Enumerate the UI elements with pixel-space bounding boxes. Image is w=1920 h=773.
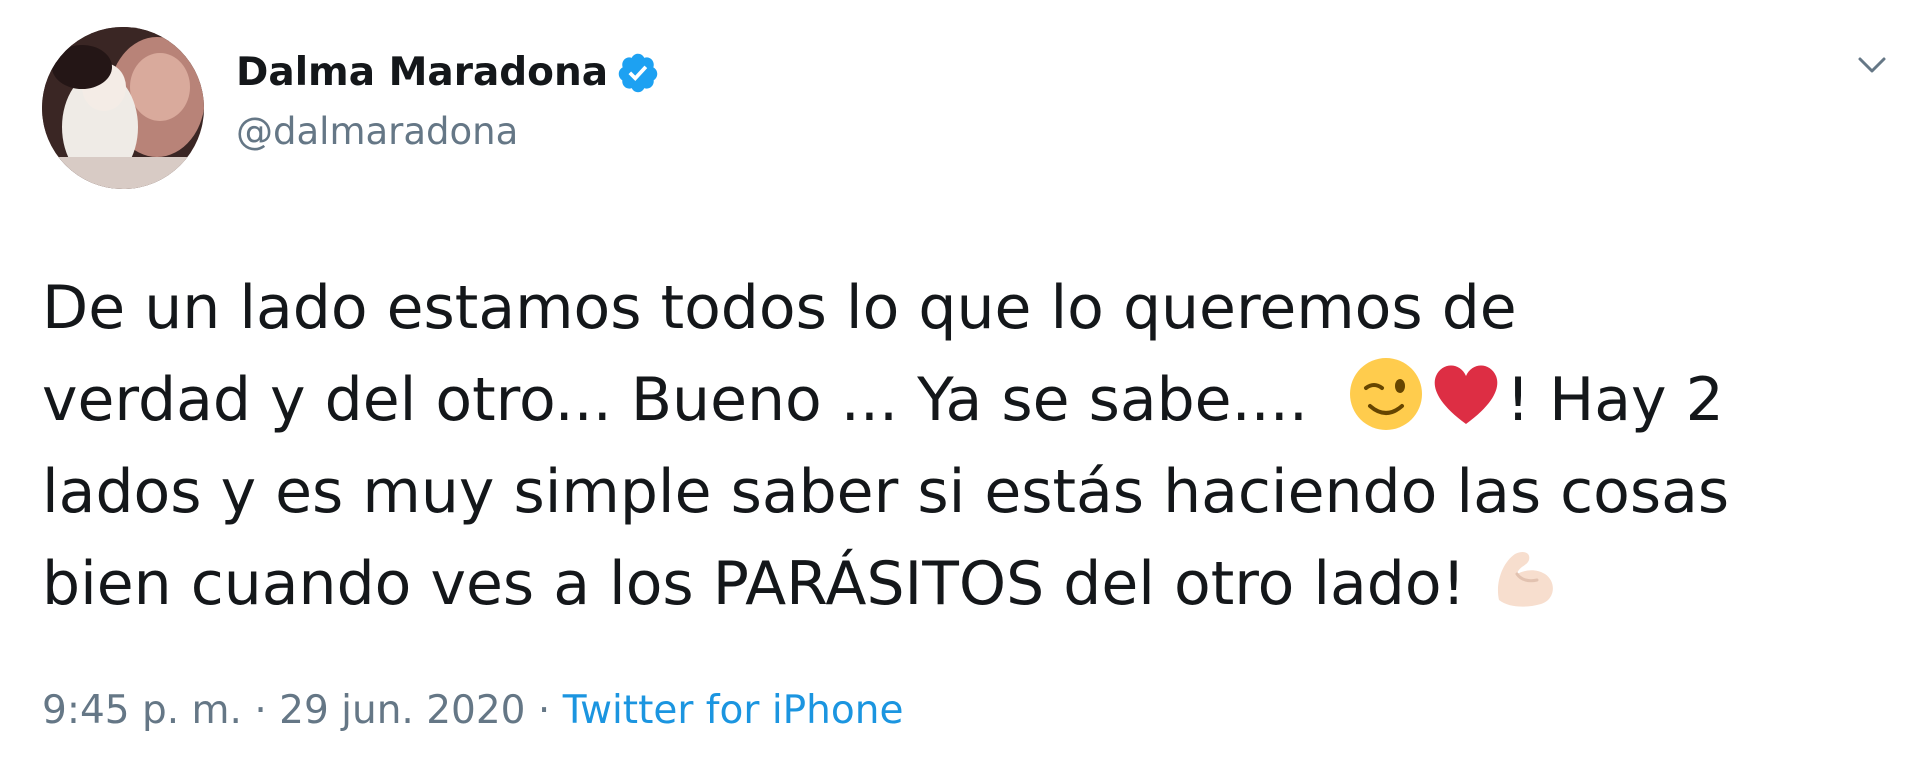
tweet-meta: 9:45 p. m. · 29 jun. 2020 · Twitter for … (42, 688, 903, 733)
meta-separator: · (537, 688, 551, 733)
tweet-line-segment: bien cuando ves a los PARÁSITOS del otro… (42, 549, 1466, 619)
author-display-name[interactable]: Dalma Maradona (236, 50, 608, 95)
tweet-date[interactable]: 29 jun. 2020 (279, 688, 525, 733)
winking-face-emoji (1346, 354, 1426, 434)
tweet-line: bien cuando ves a los PARÁSITOS del otro… (42, 538, 1872, 630)
tweet-line: verdad y del otro... Bueno ... Ya se sab… (42, 354, 1872, 446)
verified-badge-icon (616, 51, 660, 95)
tweet-line-segment: ! Hay 2 (1506, 365, 1724, 435)
tweet-source-link[interactable]: Twitter for iPhone (563, 688, 904, 733)
avatar[interactable] (42, 27, 204, 189)
meta-separator: · (254, 688, 267, 733)
chevron-down-icon[interactable] (1852, 45, 1892, 85)
author-handle[interactable]: @dalmaradona (236, 110, 518, 153)
author-name-row: Dalma Maradona (236, 50, 660, 95)
tweet-time[interactable]: 9:45 p. m. (42, 688, 242, 733)
tweet-line: lados y es muy simple saber si estás hac… (42, 457, 1730, 527)
flexed-biceps-emoji (1485, 538, 1565, 618)
tweet-line-segment: verdad y del otro... Bueno ... Ya se sab… (42, 365, 1308, 435)
tweet-text: De un lado estamos todos lo que lo quere… (42, 262, 1872, 630)
red-heart-emoji (1426, 354, 1506, 434)
tweet-line: De un lado estamos todos lo que lo quere… (42, 273, 1517, 343)
